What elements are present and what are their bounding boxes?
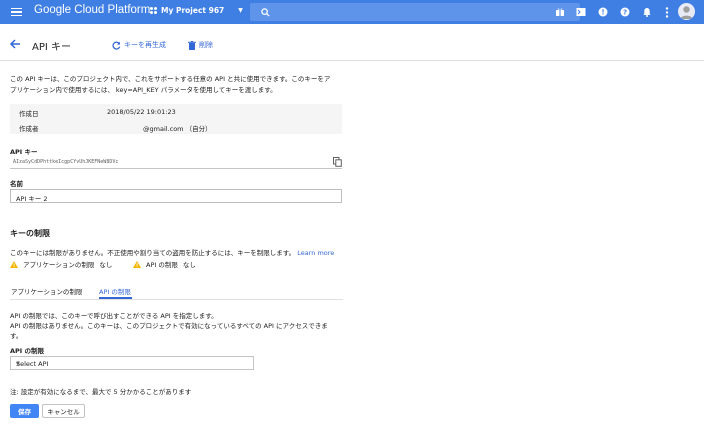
top-bar: Google Cloud Platform My Project 967 ▼ ? [0, 0, 704, 24]
restrictions-description: このキーには制限がありません。不正使用や割り当ての盗用を防止するには、キーを制限… [10, 247, 334, 257]
svg-text:?: ? [623, 9, 627, 17]
api-tab-line-2: API の制限はありません。このキーは、このプロジェクトで有効になっているすべて… [10, 322, 328, 330]
project-name: My Project 967 [161, 6, 225, 15]
api-key-field[interactable]: AIzaSyCdDPhttkeIcgpCYvUhJKEFNeW8DVc [10, 157, 342, 169]
key-restrictions-title: キーの制限 [10, 229, 50, 238]
api-tab-line-1: API の制限では、このキーで呼び出すことができる API を指定します。 [10, 312, 218, 320]
menu-icon[interactable] [9, 5, 23, 19]
trash-icon [188, 40, 196, 50]
name-input-value: API キー 2 [16, 195, 48, 203]
restriction-tabs: アプリケーションの制限 API の制限 [10, 284, 343, 300]
delete-label: 削除 [199, 41, 213, 49]
api-restriction-value: なし [182, 261, 196, 269]
page-header: API キー キーを再生成 削除 [0, 30, 704, 61]
regenerate-key-button[interactable]: キーを再生成 [112, 40, 166, 50]
propagation-note: 注: 設定が有効になるまで、最大で 5 分かかることがあります [10, 388, 192, 396]
warning-icon [10, 260, 18, 268]
gift-icon[interactable] [554, 6, 566, 18]
creator-label: 作成者 [19, 125, 39, 133]
chevron-down-icon: ▼ [238, 7, 243, 14]
back-arrow-icon[interactable] [9, 38, 21, 50]
key-metadata: 作成日 2018/05/22 19:01:23 作成者 @gmail.com （… [10, 104, 342, 134]
name-input[interactable]: API キー 2 [10, 189, 342, 203]
copy-icon[interactable] [333, 157, 342, 167]
help-icon[interactable]: ? [619, 6, 631, 18]
api-key-label: API キー [10, 148, 38, 156]
app-restriction-status: アプリケーションの制限 なし [10, 259, 112, 269]
intro-line-2: プリケーション内で使用するには、 key=API_KEY パラメータを使用してキ… [10, 86, 277, 94]
project-selector[interactable]: My Project 967 ▼ [150, 6, 243, 15]
more-vert-icon[interactable] [661, 6, 673, 18]
api-key-value: AIzaSyCdDPhttkeIcgpCYvUhJKEFNeW8DVc [13, 159, 119, 165]
notifications-chat-icon[interactable] [597, 6, 609, 18]
api-restriction-status: API の制限 なし [133, 259, 196, 269]
api-tab-line-3: す。 [10, 332, 23, 340]
restrictions-description-text: このキーには制限がありません。不正使用や割り当ての盗用を防止するには、キーを制限… [10, 249, 296, 257]
brand-title[interactable]: Google Cloud Platform [34, 4, 150, 16]
warning-icon [133, 260, 141, 268]
name-label: 名前 [10, 180, 23, 188]
created-value: 2018/05/22 19:01:23 [107, 108, 176, 116]
search-bar[interactable] [250, 3, 580, 21]
chevron-down-icon: ▼ [16, 361, 20, 367]
learn-more-link[interactable]: Learn more [297, 249, 334, 257]
save-button[interactable]: 保存 [10, 404, 39, 418]
page-title: API キー [32, 42, 71, 53]
created-label: 作成日 [19, 110, 39, 118]
cancel-button[interactable]: キャンセル [42, 404, 85, 418]
creator-value: @gmail.com （自分） [143, 125, 212, 133]
app-restriction-label: アプリケーションの制限 [23, 261, 95, 269]
avatar[interactable] [678, 3, 695, 20]
regenerate-key-label: キーを再生成 [124, 41, 166, 49]
app-restriction-value: なし [99, 261, 113, 269]
tab-application-restrictions[interactable]: アプリケーションの制限 [11, 286, 82, 296]
api-select-label: API の制限 [10, 347, 44, 355]
delete-button[interactable]: 削除 [188, 40, 213, 50]
api-select-dropdown[interactable]: Select API ▼ [10, 356, 254, 370]
active-tab-indicator [99, 297, 132, 299]
intro-line-1: この API キーは、このプロジェクト内で、これをサポートする任意の API と… [10, 75, 331, 83]
search-icon [261, 7, 270, 17]
refresh-icon [112, 41, 121, 50]
tab-api-restrictions[interactable]: API の制限 [99, 286, 131, 296]
project-dots-icon [150, 7, 157, 14]
bell-icon[interactable] [641, 6, 653, 18]
cloud-shell-icon[interactable] [575, 6, 587, 18]
api-restriction-label: API の制限 [146, 261, 178, 269]
